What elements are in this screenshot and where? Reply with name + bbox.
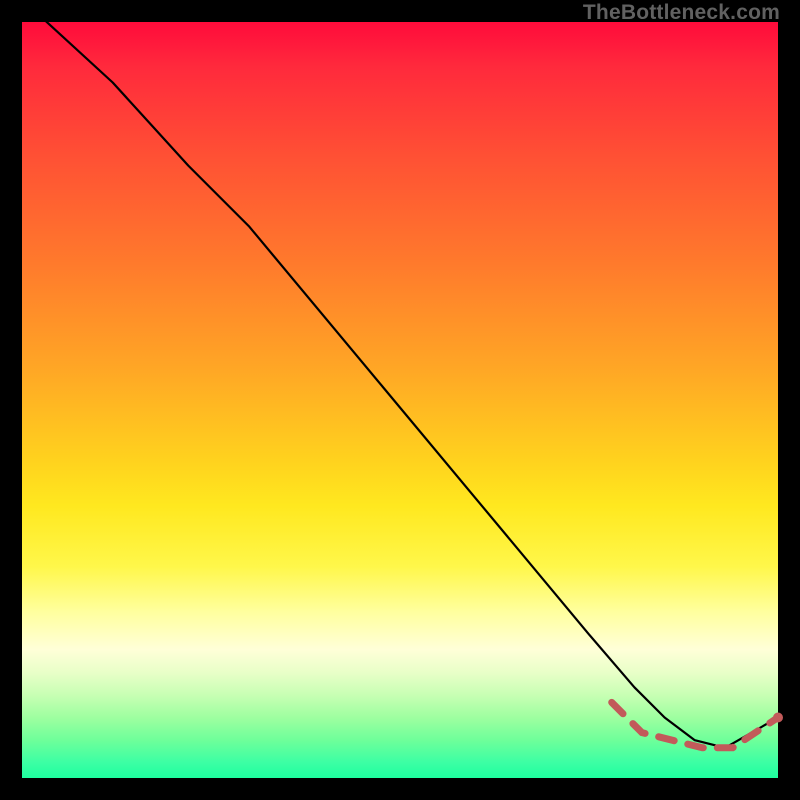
- plot-area: [22, 22, 778, 778]
- primary-line: [22, 0, 778, 748]
- chart-container: TheBottleneck.com: [0, 0, 800, 800]
- secondary-end-point: [773, 713, 783, 723]
- chart-svg: [22, 22, 778, 778]
